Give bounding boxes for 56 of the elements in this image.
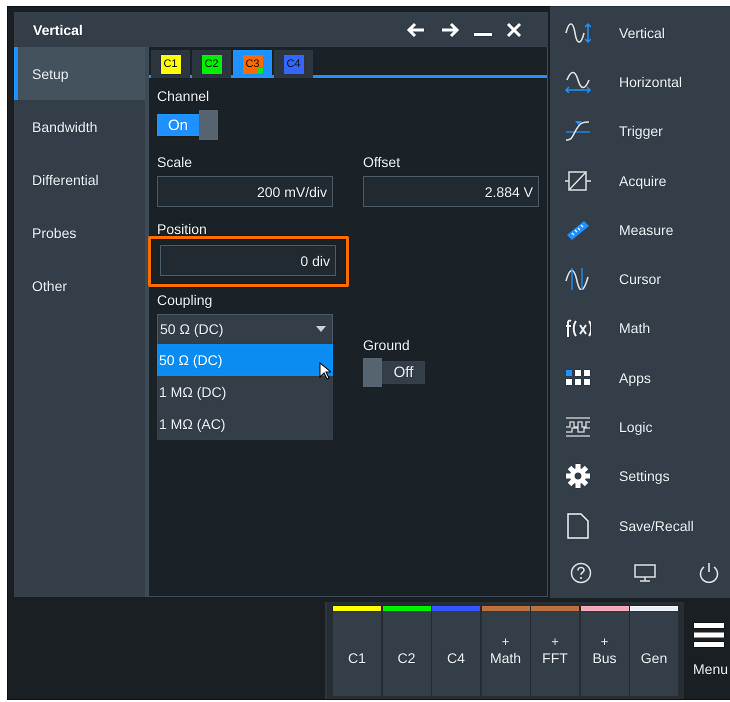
logic-waveform-icon bbox=[565, 416, 591, 438]
menu-item[interactable]: Horizontal bbox=[550, 57, 730, 107]
channel-tab[interactable]: C4 bbox=[274, 50, 313, 78]
input-field[interactable]: 0 div bbox=[160, 245, 336, 276]
mouse-pointer-icon bbox=[319, 362, 331, 380]
ruler-icon bbox=[565, 218, 591, 241]
menu-item[interactable]: Trigger bbox=[550, 106, 730, 156]
signal-button[interactable]: + FFT bbox=[531, 606, 579, 696]
menu-icon bbox=[693, 622, 725, 648]
signal-button[interactable]: + Bus bbox=[580, 606, 628, 696]
nav-item[interactable]: Setup bbox=[14, 47, 145, 100]
settings-icon bbox=[565, 464, 591, 488]
field-label: Offset bbox=[363, 154, 400, 170]
close-icon[interactable] bbox=[506, 22, 522, 38]
back-arrow-icon[interactable] bbox=[406, 22, 426, 38]
analog-digital-icon bbox=[565, 170, 591, 192]
menu-item[interactable]: Vertical bbox=[550, 8, 730, 58]
field-label: Position bbox=[157, 221, 207, 237]
trigger-curve-icon bbox=[565, 120, 591, 142]
sine-vertical-arrow-icon bbox=[565, 22, 591, 44]
menu-item[interactable]: Measure bbox=[550, 205, 730, 254]
field-label: Coupling bbox=[157, 292, 212, 308]
menu-button[interactable]: Menu bbox=[690, 622, 730, 677]
menu-item[interactable]: Apps bbox=[550, 353, 730, 402]
cursor-lines-icon bbox=[565, 268, 591, 290]
dropdown[interactable]: 50 Ω (DC) bbox=[157, 314, 333, 344]
dropdown-option[interactable]: 1 MΩ (DC) bbox=[157, 376, 333, 408]
field-label: Scale bbox=[157, 154, 192, 170]
menu-item[interactable]: Logic bbox=[550, 402, 730, 452]
field-label: Channel bbox=[157, 88, 210, 104]
signal-button[interactable]: Gen bbox=[630, 606, 678, 696]
menu-item[interactable]: Save/Recall bbox=[550, 500, 730, 550]
channel-tab[interactable]: C3 bbox=[233, 50, 272, 78]
power-icon[interactable] bbox=[698, 562, 720, 584]
dropdown-option[interactable]: 1 MΩ (AC) bbox=[157, 408, 333, 440]
forward-arrow-icon[interactable] bbox=[440, 22, 460, 38]
menu-item[interactable]: Cursor bbox=[550, 254, 730, 304]
channel-tab[interactable]: C1 bbox=[151, 50, 190, 78]
menu-item[interactable]: Math bbox=[550, 304, 730, 354]
input-field[interactable]: 200 mV/div bbox=[157, 176, 333, 207]
menu-item[interactable]: Settings bbox=[550, 452, 730, 501]
sine-horizontal-arrow-icon bbox=[565, 70, 591, 93]
signal-button[interactable]: C4 bbox=[432, 606, 480, 696]
input-field[interactable]: 2.884 V bbox=[363, 176, 539, 207]
help-icon[interactable] bbox=[570, 562, 592, 584]
signal-button[interactable]: C1 bbox=[333, 606, 381, 696]
function-icon bbox=[565, 317, 591, 340]
channel-tab[interactable]: C2 bbox=[192, 50, 231, 78]
caret-icon bbox=[316, 326, 326, 332]
signal-button[interactable]: + Math bbox=[482, 606, 530, 696]
field-label: Ground bbox=[363, 337, 410, 353]
window-title: Vertical bbox=[33, 22, 83, 38]
document-icon bbox=[566, 512, 590, 539]
menu-item[interactable]: Acquire bbox=[550, 156, 730, 206]
signal-button[interactable]: C2 bbox=[382, 606, 430, 696]
monitor-icon[interactable] bbox=[634, 563, 656, 584]
